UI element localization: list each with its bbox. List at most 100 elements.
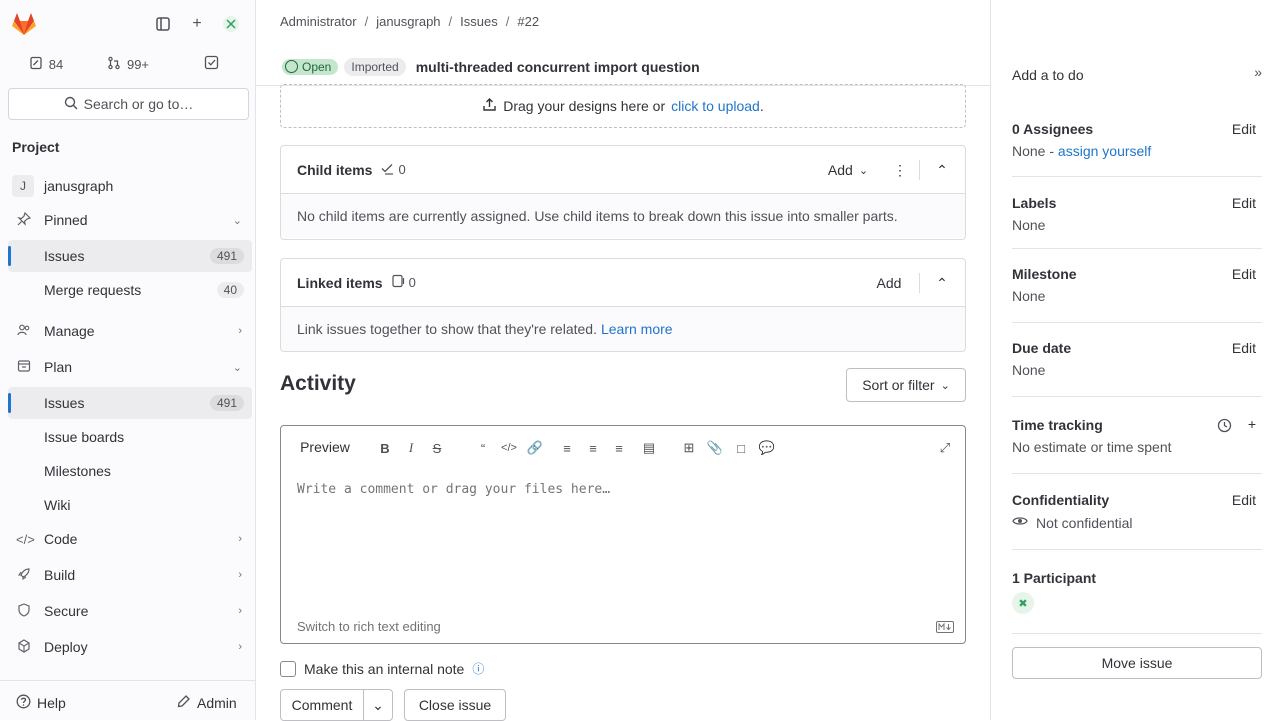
sidebar-item-issues[interactable]: Issues 491 bbox=[8, 387, 252, 419]
bold-icon[interactable]: B bbox=[373, 436, 397, 460]
activity-title: Activity bbox=[280, 372, 356, 395]
sidebar-item-milestones[interactable]: Milestones bbox=[8, 455, 252, 487]
labels-title: Labels bbox=[1012, 195, 1057, 211]
edit-confidentiality-button[interactable]: Edit bbox=[1232, 492, 1256, 508]
todo-button[interactable] bbox=[172, 50, 250, 78]
quote-icon[interactable]: “ bbox=[471, 436, 495, 460]
internal-note-label[interactable]: Make this an internal note bbox=[304, 661, 464, 677]
close-issue-button[interactable]: Close issue bbox=[404, 689, 506, 721]
breadcrumb-item[interactable]: janusgraph bbox=[376, 14, 440, 29]
breadcrumb-item[interactable]: Issues bbox=[460, 14, 498, 29]
learn-more-link[interactable]: Learn more bbox=[601, 321, 673, 337]
comment-template-icon[interactable]: 💬 bbox=[755, 436, 779, 460]
code-icon[interactable]: </> bbox=[497, 436, 521, 460]
search-button[interactable]: Search or go to… bbox=[8, 88, 249, 120]
gitlab-logo[interactable] bbox=[10, 10, 38, 38]
move-issue-button[interactable]: Move issue bbox=[1012, 647, 1262, 679]
help-button[interactable]: Help bbox=[16, 689, 66, 717]
chevron-down-icon: ⌄ bbox=[232, 361, 242, 374]
comment-options-chevron-icon[interactable]: ⌄ bbox=[363, 689, 393, 721]
issue-title[interactable]: multi-threaded concurrent import questio… bbox=[416, 59, 700, 75]
upload-link[interactable]: click to upload bbox=[671, 98, 760, 114]
edit-milestone-button[interactable]: Edit bbox=[1232, 266, 1256, 282]
edit-assignees-button[interactable]: Edit bbox=[1232, 121, 1256, 137]
merge-requests-count-button[interactable]: 99+ bbox=[88, 50, 168, 78]
sidebar-item-wiki[interactable]: Wiki bbox=[8, 489, 252, 521]
upload-icon bbox=[482, 97, 497, 115]
add-todo-button[interactable]: Add a to do bbox=[1012, 60, 1084, 90]
table-icon[interactable]: ⊞ bbox=[677, 436, 701, 460]
admin-button[interactable]: Admin bbox=[176, 689, 237, 717]
confidentiality-value: Not confidential bbox=[1012, 514, 1262, 531]
help-icon[interactable]: ⓘ bbox=[472, 660, 484, 677]
edit-due-date-button[interactable]: Edit bbox=[1232, 340, 1256, 356]
fullscreen-icon[interactable]: ⤢ bbox=[933, 436, 957, 460]
design-dropzone[interactable]: Drag your designs here or click to uploa… bbox=[280, 84, 966, 128]
add-label: Add bbox=[827, 162, 853, 178]
sidebar-item-label: Issues bbox=[44, 248, 85, 264]
chevron-up-icon[interactable]: ⌃ bbox=[929, 156, 955, 184]
numbered-list-icon[interactable]: ≡ bbox=[581, 436, 605, 460]
project-link[interactable]: J janusgraph bbox=[8, 170, 252, 202]
collapse-sidebar-icon[interactable]: » bbox=[1254, 64, 1262, 80]
count-badge: 491 bbox=[209, 248, 244, 264]
issues-count-button[interactable]: 84 bbox=[8, 50, 84, 78]
breadcrumb-item[interactable]: Administrator bbox=[280, 14, 357, 29]
comment-button[interactable]: Comment bbox=[280, 689, 364, 721]
sort-label: Sort or filter bbox=[862, 377, 935, 393]
bullet-list-icon[interactable]: ≡ bbox=[555, 436, 579, 460]
italic-icon[interactable]: I bbox=[399, 436, 423, 460]
preview-button[interactable]: Preview bbox=[289, 434, 361, 460]
sidebar-item-label: Issues bbox=[44, 395, 85, 411]
time-report-icon[interactable] bbox=[1217, 418, 1232, 436]
comment-textarea[interactable] bbox=[281, 470, 965, 610]
sidebar-item-manage[interactable]: Manage › bbox=[8, 315, 252, 347]
sidebar-item-deploy[interactable]: Deploy › bbox=[8, 631, 252, 663]
sidebar-item-pinned-issues[interactable]: Issues 491 bbox=[8, 240, 252, 272]
assign-yourself-link[interactable]: assign yourself bbox=[1058, 143, 1151, 159]
chevron-up-icon[interactable]: ⌃ bbox=[929, 269, 955, 297]
sidebar-item-build[interactable]: Build › bbox=[8, 559, 252, 591]
internal-note-checkbox[interactable] bbox=[280, 660, 296, 677]
sidebar-item-label: Merge requests bbox=[44, 282, 142, 298]
switch-rich-text-button[interactable]: Switch to rich text editing bbox=[285, 614, 453, 638]
breadcrumb: Administrator / janusgraph / Issues / #2… bbox=[280, 14, 539, 29]
participant-avatar[interactable]: ✖ bbox=[1012, 592, 1034, 614]
sidebar-item-label: Plan bbox=[44, 359, 73, 375]
sort-filter-dropdown[interactable]: Sort or filter ⌄ bbox=[846, 368, 966, 402]
divider bbox=[919, 273, 920, 293]
breadcrumb-item[interactable]: #22 bbox=[517, 14, 539, 29]
sidebar-item-plan[interactable]: Plan ⌄ bbox=[8, 351, 252, 383]
chevron-down-icon: ⌄ bbox=[232, 214, 242, 227]
edit-labels-button[interactable]: Edit bbox=[1232, 195, 1256, 211]
new-plus-icon[interactable]: + bbox=[182, 10, 212, 38]
add-time-plus-icon[interactable]: + bbox=[1248, 416, 1256, 432]
open-status-icon bbox=[285, 60, 298, 73]
child-items-empty: No child items are currently assigned. U… bbox=[281, 194, 965, 238]
sidebar-item-merge-requests[interactable]: Merge requests 40 bbox=[8, 274, 252, 306]
chevron-right-icon: › bbox=[238, 533, 242, 545]
add-linked-item-button[interactable]: Add bbox=[867, 269, 911, 297]
linked-items-title: Linked items bbox=[297, 274, 383, 291]
sidebar-item-pinned[interactable]: Pinned ⌄ bbox=[8, 204, 252, 236]
chevron-right-icon: › bbox=[238, 641, 242, 653]
more-actions-icon[interactable]: ⋮ bbox=[887, 156, 913, 184]
labels-section: Labels None Edit bbox=[1012, 178, 1262, 249]
strikethrough-icon[interactable]: S bbox=[425, 436, 449, 460]
markdown-icon[interactable] bbox=[933, 616, 957, 638]
sidebar-item-secure[interactable]: Secure › bbox=[8, 595, 252, 627]
collapsible-icon[interactable]: ▤ bbox=[637, 436, 661, 460]
sidebar-item-code[interactable]: </> Code › bbox=[8, 523, 252, 555]
link-icon[interactable]: 🔗 bbox=[523, 436, 547, 460]
add-child-item-button[interactable]: Add ⌄ bbox=[819, 156, 877, 184]
user-avatar[interactable] bbox=[216, 10, 246, 38]
labels-value: None bbox=[1012, 217, 1046, 233]
task-list-icon[interactable]: ≡ bbox=[607, 436, 631, 460]
add-label: Add bbox=[876, 275, 902, 291]
sidebar-toggle-icon[interactable] bbox=[148, 10, 178, 38]
attach-file-icon[interactable]: 📎 bbox=[703, 436, 727, 460]
milestone-value: None bbox=[1012, 288, 1046, 304]
quick-action-icon[interactable]: □ bbox=[729, 436, 753, 460]
confidentiality-section: Confidentiality Not confidential Edit bbox=[1012, 475, 1262, 550]
sidebar-item-issue-boards[interactable]: Issue boards bbox=[8, 421, 252, 453]
